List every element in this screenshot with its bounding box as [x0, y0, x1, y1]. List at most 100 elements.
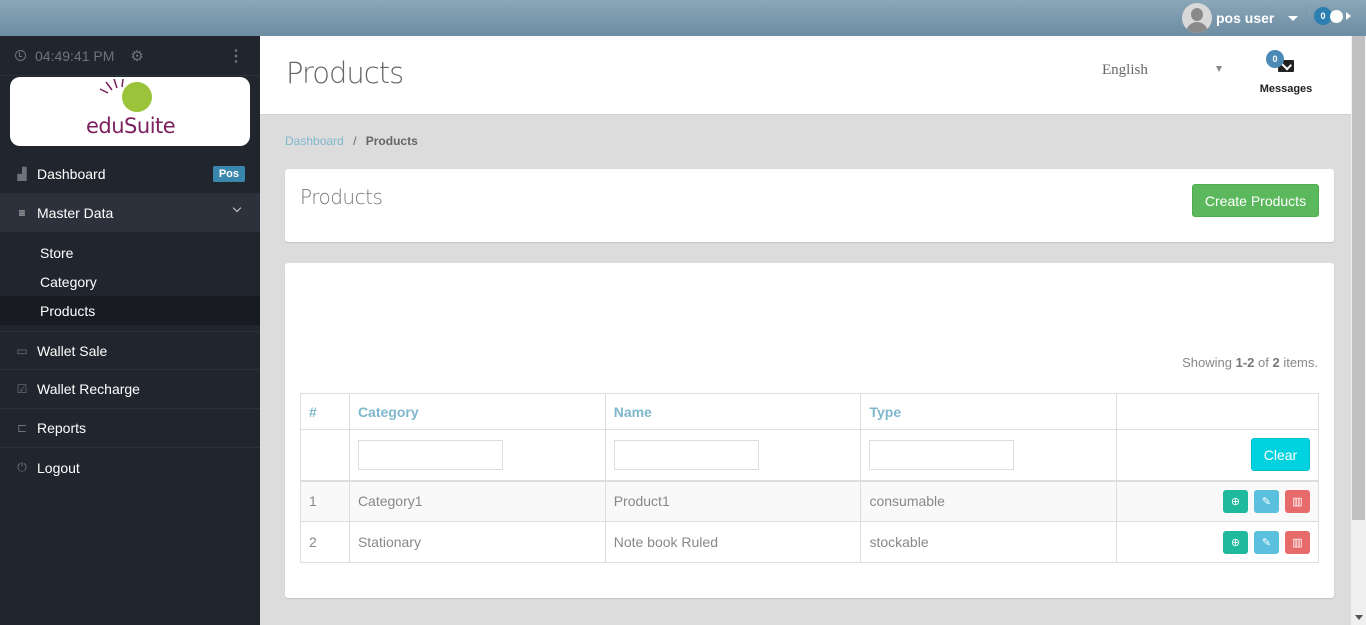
- name-filter-input[interactable]: [613, 439, 759, 470]
- notifications-toggle[interactable]: 0: [1314, 7, 1351, 25]
- cell-name: Note book Ruled: [604, 521, 862, 563]
- summary-total: 2: [1272, 355, 1280, 370]
- logo-text: eduSuite: [86, 114, 176, 138]
- sidebar-top: 04:49:41 PM ⚙ ⋮: [0, 36, 260, 76]
- sidebar-item-label: Logout: [37, 459, 80, 476]
- sidebar-item-store[interactable]: Store: [0, 238, 260, 267]
- sidebar-item-dashboard[interactable]: ▟ Dashboard Pos: [0, 155, 260, 194]
- sidebar-item-master-data[interactable]: ≡ Master Data: [0, 194, 260, 232]
- clear-filters-button[interactable]: Clear: [1251, 438, 1310, 472]
- trash-icon: ▥: [1292, 536, 1303, 549]
- sidebar-item-label: Reports: [37, 420, 87, 436]
- edit-button[interactable]: ✎: [1254, 530, 1279, 554]
- column-header-index[interactable]: #: [300, 393, 350, 430]
- cell-type: consumable: [860, 480, 1118, 522]
- sidebar-item-label: Wallet Sale: [37, 342, 108, 359]
- summary-suffix: items.: [1279, 355, 1318, 370]
- products-title-panel: Products Create Products: [285, 169, 1334, 242]
- area-chart-icon: ▟: [17, 167, 27, 181]
- table-row: 1 Category1 Product1 consumable ⊕ ✎ ▥: [300, 480, 1319, 522]
- type-filter-input[interactable]: [869, 439, 1015, 470]
- breadcrumb-current: Products: [365, 134, 418, 148]
- zoom-in-icon: ⊕: [1230, 495, 1241, 508]
- messages-label: Messages: [1259, 83, 1313, 95]
- sidebar-item-label: Master Data: [37, 205, 114, 221]
- zoom-in-icon: ⊕: [1230, 536, 1241, 549]
- language-value: English: [1102, 62, 1148, 78]
- summary-mid: of: [1254, 355, 1273, 370]
- breadcrumb-dashboard-link[interactable]: Dashboard: [285, 134, 344, 148]
- scrollbar[interactable]: [1351, 36, 1366, 625]
- divider: [1306, 6, 1307, 30]
- trash-icon: ▥: [1292, 495, 1303, 508]
- column-header-actions: [1116, 393, 1319, 430]
- edit-icon: ✎: [1261, 495, 1272, 508]
- sidebar-item-reports[interactable]: ⊏ Reports: [0, 409, 260, 448]
- more-vertical-icon[interactable]: ⋮: [228, 46, 244, 66]
- delete-button[interactable]: ▥: [1285, 489, 1310, 513]
- column-header-name[interactable]: Name: [604, 393, 862, 430]
- sidebar: 04:49:41 PM ⚙ ⋮ eduSuite ▟ Dashboard Pos…: [0, 36, 260, 625]
- filter-row: Clear: [300, 429, 1319, 482]
- sidebar-item-label: Wallet Recharge: [37, 381, 140, 397]
- sidebar-item-wallet-recharge[interactable]: ☑ Wallet Recharge: [0, 370, 260, 409]
- create-products-button[interactable]: Create Products: [1192, 184, 1319, 217]
- filter-cell: [348, 429, 606, 482]
- messages-badge: 0: [1266, 50, 1284, 68]
- column-header-type[interactable]: Type: [860, 393, 1118, 430]
- scrollbar-thumb[interactable]: [1352, 36, 1365, 520]
- sidebar-item-wallet-sale[interactable]: ▭ Wallet Sale: [0, 331, 260, 370]
- folder-open-icon: ⊏: [16, 421, 28, 435]
- top-navbar: pos user 0: [0, 0, 1366, 36]
- clock-icon: [15, 50, 26, 61]
- products-table: # Category Name Type Clear 1 Category1 P…: [300, 393, 1319, 563]
- grid-summary: Showing 1-2 of 2 items.: [1182, 355, 1318, 370]
- filter-cell: [604, 429, 862, 482]
- column-header-category[interactable]: Category: [348, 393, 606, 430]
- user-name: pos user: [1216, 10, 1275, 26]
- filter-cell: [860, 429, 1118, 482]
- cell-actions: ⊕ ✎ ▥: [1116, 480, 1319, 522]
- page-title: Products: [286, 56, 404, 90]
- edit-button[interactable]: ✎: [1254, 489, 1279, 513]
- sidebar-item-products[interactable]: Products: [0, 296, 260, 325]
- filter-cell-empty: [300, 429, 350, 482]
- summary-range: 1-2: [1235, 355, 1255, 370]
- view-button[interactable]: ⊕: [1223, 489, 1248, 513]
- avatar: [1182, 3, 1212, 33]
- cell-index: 2: [300, 521, 350, 563]
- user-menu[interactable]: pos user: [1182, 3, 1299, 33]
- clock-time: 04:49:41 PM: [35, 47, 115, 64]
- caret-down-icon: [1288, 15, 1299, 21]
- delete-button[interactable]: ▥: [1285, 530, 1310, 554]
- master-data-submenu: Store Category Products: [0, 232, 260, 331]
- power-icon: ⏻: [17, 460, 27, 474]
- database-icon: ≡: [18, 206, 26, 220]
- edit-icon: ✎: [1261, 536, 1272, 549]
- cell-actions: ⊕ ✎ ▥: [1116, 521, 1319, 563]
- gear-icon[interactable]: ⚙: [130, 47, 143, 65]
- cell-name: Product1: [604, 480, 862, 522]
- table-row: 2 Stationary Note book Ruled stockable ⊕…: [300, 521, 1319, 563]
- category-filter-input[interactable]: [357, 439, 503, 470]
- filter-cell: Clear: [1116, 429, 1319, 482]
- check-square-icon: ☑: [16, 382, 28, 396]
- sidebar-item-label: Dashboard: [37, 166, 106, 182]
- money-icon: ▭: [16, 343, 28, 358]
- caret-right-icon: [1346, 12, 1351, 20]
- cell-category: Stationary: [348, 521, 606, 563]
- panel-title: Products: [300, 185, 383, 209]
- language-select[interactable]: English: [1102, 62, 1222, 79]
- sidebar-item-category[interactable]: Category: [0, 267, 260, 296]
- breadcrumb: Dashboard / Products: [285, 134, 418, 148]
- sidebar-item-logout[interactable]: ⏻ Logout: [0, 448, 260, 487]
- cell-type: stockable: [860, 521, 1118, 563]
- chevron-down-icon: [232, 203, 242, 213]
- page-header: Products English 0 Messages: [260, 36, 1351, 115]
- table-header-row: # Category Name Type: [300, 393, 1319, 430]
- pos-badge: Pos: [212, 166, 245, 182]
- view-button[interactable]: ⊕: [1223, 530, 1248, 554]
- scroll-down-icon[interactable]: [1355, 615, 1363, 620]
- logo[interactable]: eduSuite: [10, 77, 250, 146]
- caret-down-icon: [1216, 66, 1222, 72]
